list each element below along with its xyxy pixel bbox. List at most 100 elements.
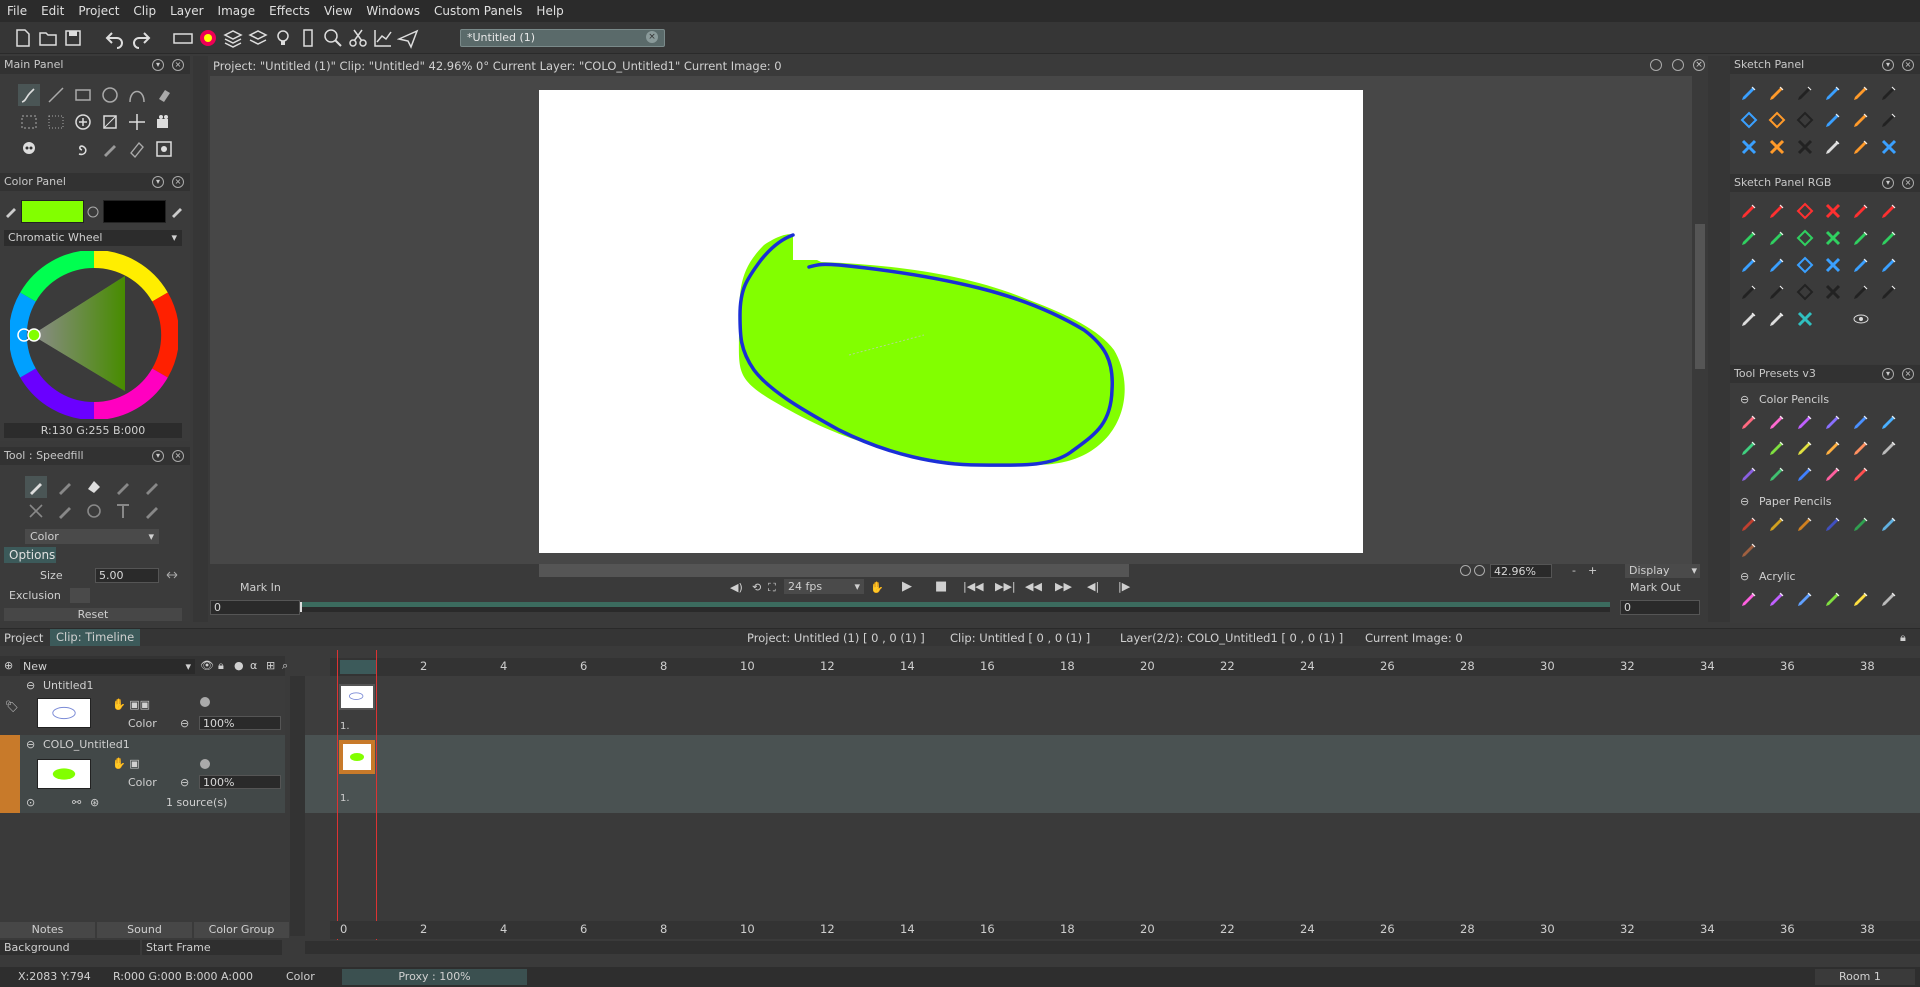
document-tab[interactable]: *Untitled (1) × [460,29,665,47]
first-frame-icon[interactable]: |◀◀ [963,580,984,593]
right-splitter[interactable] [1708,56,1730,622]
collapse-icon[interactable]: ▾ [1882,177,1894,189]
fill-drop-icon[interactable] [83,500,105,522]
viewer-vertical-scrollbar[interactable] [1692,76,1708,564]
blend-icon[interactable]: ⊖ [180,776,189,789]
rgb-pencil-icon[interactable] [1878,227,1900,249]
color-pencil-icon[interactable] [1850,411,1872,433]
menu-edit[interactable]: Edit [34,0,71,22]
menu-project[interactable]: Project [71,0,126,22]
fast-forward-icon[interactable]: ▶▶ [1055,580,1072,593]
sketch-pencil-icon[interactable] [1850,82,1872,104]
transform-tool-icon[interactable] [99,111,121,133]
alpha-icon[interactable]: α [250,659,257,672]
rgb-pencil-icon[interactable] [1878,308,1900,330]
last-frame-icon[interactable]: ▶▶| [995,580,1016,593]
color-pencil-icon[interactable] [1794,411,1816,433]
sketch-pencil-icon[interactable] [1878,82,1900,104]
bezier-tool-icon[interactable] [126,84,148,106]
rgb-pencil-icon[interactable] [1794,254,1816,276]
rectangle-tool-icon[interactable] [72,84,94,106]
collapse-icon[interactable]: ▾ [1882,368,1894,380]
paper-pencil-icon[interactable] [1738,513,1760,535]
rgb-pencil-icon[interactable] [1766,200,1788,222]
layer-row-untitled1[interactable]: ⊖ Untitled1 🏷︎ ✋ ▣▣ Color ⊖ 100% [0,676,285,735]
section-expand-icon[interactable]: ⊖ [1740,495,1749,508]
move-tool-icon[interactable] [126,111,148,133]
minimize-icon[interactable] [1672,59,1684,71]
opacity-field[interactable]: 100% [199,716,281,730]
pencil-tool-icon[interactable] [99,138,121,160]
link-icon[interactable]: ⚯ [72,796,81,809]
sketch-pencil-icon[interactable] [1822,82,1844,104]
eyedropper-icon[interactable] [170,202,186,218]
paper-pencil-icon[interactable] [1850,513,1872,535]
tape-tool-icon[interactable] [126,138,148,160]
frame-ruler-bottom[interactable]: 0 2 4 6 8 10 12 14 16 18 20 22 24 26 28 30 32 34 36 38 [330,921,1920,939]
eye-icon[interactable]: ⊙ [26,796,35,809]
collapse-icon[interactable]: ▾ [152,59,164,71]
menu-custom-panels[interactable]: Custom Panels [427,0,529,22]
menu-effects[interactable]: Effects [262,0,317,22]
rgb-pencil-icon[interactable] [1850,308,1872,330]
chart-icon[interactable] [372,27,394,49]
eyedropper-icon[interactable] [4,202,20,218]
lightbulb-icon[interactable] [272,27,294,49]
skull-tool-icon[interactable] [18,138,40,160]
paper-pencil-icon[interactable] [1794,539,1816,561]
frame-thumbnail-selected[interactable] [339,740,375,774]
zoom-field[interactable]: 42.96% [1490,564,1552,578]
frame-track-colo-untitled1[interactable] [305,735,1920,813]
timeline-splitter[interactable] [290,676,305,936]
light-icon[interactable]: ● [234,659,244,672]
rgb-pencil-icon[interactable] [1738,308,1760,330]
layer-row-colo-untitled1[interactable]: ⊖ COLO_Untitled1 ✋ ▣ Color ⊖ 100% ⊙ ⚯ ⊛ … [20,735,285,813]
close-icon[interactable]: × [1693,59,1705,71]
paper-pencil-icon[interactable] [1738,539,1760,561]
redo-icon[interactable] [130,27,152,49]
close-tab-icon[interactable]: × [646,31,658,43]
rgb-pencil-icon[interactable] [1766,227,1788,249]
menu-help[interactable]: Help [529,0,570,22]
options-tab[interactable]: Options [4,547,56,563]
rgb-pencil-icon[interactable] [1738,254,1760,276]
menu-view[interactable]: View [317,0,359,22]
rgb-pencil-icon[interactable] [1850,281,1872,303]
color-pencil-icon[interactable] [1850,463,1872,485]
color-group-tab[interactable]: Color Group [194,922,289,938]
layers-stack-icon[interactable] [222,27,244,49]
fill-stroke-icon[interactable] [141,476,163,498]
frame-track-untitled1[interactable] [305,676,1920,735]
reset-button[interactable]: Reset [4,608,182,621]
color-pencil-icon[interactable] [1766,437,1788,459]
eye-icon[interactable]: 👁︎ [200,659,214,672]
menu-file[interactable]: File [0,0,34,22]
color-pencil-icon[interactable] [1794,437,1816,459]
keyboard-icon[interactable] [172,27,194,49]
stop-icon[interactable]: ■ [935,579,947,594]
close-icon[interactable]: × [1902,59,1914,71]
prev-frame-icon[interactable]: ◀| [1087,580,1099,593]
color-pencil-icon[interactable] [1766,411,1788,433]
rgb-pencil-icon[interactable] [1850,200,1872,222]
paper-pencil-icon[interactable] [1878,539,1900,561]
time-slider-handle[interactable] [300,602,302,612]
sketch-pencil-icon[interactable] [1766,82,1788,104]
remote-icon[interactable] [297,27,319,49]
rgb-pencil-icon[interactable] [1794,227,1816,249]
sketch-pencil-icon[interactable] [1766,136,1788,158]
acrylic-brush-icon[interactable] [1766,588,1788,610]
text-tool-icon[interactable] [112,500,134,522]
next-frame-icon[interactable]: |▶ [1118,580,1130,593]
section-expand-icon[interactable]: ⊖ [1740,570,1749,583]
fill-bucket-icon[interactable] [83,476,105,498]
time-slider[interactable] [300,602,1610,612]
blend-icon[interactable]: ⊖ [180,717,189,730]
acrylic-brush-icon[interactable] [1794,588,1816,610]
rgb-pencil-icon[interactable] [1878,254,1900,276]
color-pencil-icon[interactable] [1822,437,1844,459]
rgb-pencil-icon[interactable] [1738,281,1760,303]
fill-marker-icon[interactable] [112,476,134,498]
display-select[interactable]: Display ▾ [1625,564,1700,578]
zoom-in-icon[interactable]: + [1588,564,1597,577]
